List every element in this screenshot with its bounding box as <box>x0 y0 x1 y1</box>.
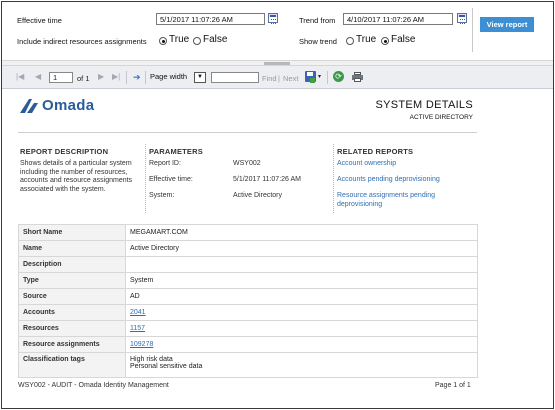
toolbar-separator <box>126 71 127 84</box>
report-subtitle: ACTIVE DIRECTORY <box>409 114 473 121</box>
parameters-heading: PARAMETERS <box>149 147 203 156</box>
show-trend-false-radio[interactable] <box>381 37 389 45</box>
row-key: Source <box>18 288 126 305</box>
export-dropdown-icon[interactable]: ▾ <box>318 73 321 80</box>
zoom-select-value: Page width <box>150 72 188 81</box>
export-save-icon[interactable] <box>305 71 316 83</box>
accounts-link[interactable]: 2041 <box>130 309 146 316</box>
classification-tag: High risk data <box>130 356 173 363</box>
row-key: Accounts <box>18 304 126 321</box>
calendar-icon[interactable] <box>457 13 467 24</box>
zoom-select[interactable]: Page width ▼ <box>150 72 206 83</box>
param-value: WSY002 <box>233 160 261 167</box>
find-link[interactable]: Find <box>262 74 277 83</box>
column-divider <box>145 144 146 213</box>
splitter-grip[interactable] <box>264 62 290 65</box>
table-row: Description <box>18 256 478 273</box>
show-trend-label: Show trend <box>299 37 337 46</box>
refresh-icon[interactable]: ⟳ <box>333 71 344 82</box>
chevron-down-icon[interactable]: ▼ <box>194 72 206 83</box>
row-value: 2041 <box>125 304 478 321</box>
header-divider <box>18 132 477 133</box>
previous-page-icon[interactable]: ◀ <box>35 73 41 81</box>
related-report-link[interactable]: Accounts pending deprovisioning <box>337 176 467 185</box>
details-table: Short Name MEGAMART.COM Name Active Dire… <box>18 224 478 378</box>
row-key: Resources <box>18 320 126 337</box>
view-report-button[interactable]: View report <box>480 17 534 32</box>
description-heading: REPORT DESCRIPTION <box>20 147 109 156</box>
row-value: System <box>125 272 478 289</box>
include-indirect-false-radio[interactable] <box>193 37 201 45</box>
parameter-panel: Effective time 5/1/2017 11:07:26 AM Tren… <box>2 2 553 60</box>
related-report-link[interactable]: Resource assignments pending deprovision… <box>337 192 467 209</box>
param-key: System: <box>149 192 175 199</box>
find-separator: | <box>278 74 280 83</box>
related-report-link[interactable]: Account ownership <box>337 160 467 169</box>
page-number-input[interactable]: 1 <box>49 72 73 83</box>
calendar-icon[interactable] <box>268 13 278 24</box>
include-indirect-false-label: False <box>203 34 228 45</box>
report-title: SYSTEM DETAILS <box>375 99 473 111</box>
effective-time-label: Effective time <box>17 16 62 25</box>
find-input[interactable] <box>211 72 259 83</box>
classification-tag: Personal sensitive data <box>130 363 203 370</box>
table-row: Resources 1157 <box>18 320 478 337</box>
last-page-icon[interactable]: ▶| <box>112 73 120 81</box>
table-row: Classification tags High risk data Perso… <box>18 352 478 378</box>
table-row: Name Active Directory <box>18 240 478 257</box>
related-heading: RELATED REPORTS <box>337 147 414 156</box>
table-row: Resource assignments 109278 <box>18 336 478 353</box>
resource-assignments-link[interactable]: 109278 <box>130 341 153 348</box>
description-text: Shows details of a particular system inc… <box>20 160 133 193</box>
toolbar-separator <box>145 71 146 84</box>
effective-time-input[interactable]: 5/1/2017 11:07:26 AM <box>156 13 265 25</box>
row-key: Classification tags <box>18 352 126 378</box>
report-viewer-window: Effective time 5/1/2017 11:07:26 AM Tren… <box>1 1 554 409</box>
trend-from-label: Trend from <box>299 16 336 25</box>
param-value: Active Directory <box>233 192 283 199</box>
first-page-icon[interactable]: |◀ <box>16 73 24 81</box>
row-value: 1157 <box>125 320 478 337</box>
omada-logo-mark-icon <box>20 99 38 113</box>
show-trend-true-radio[interactable] <box>346 37 354 45</box>
footer-page-number: Page 1 of 1 <box>435 382 471 389</box>
param-key: Report ID: <box>149 160 181 167</box>
row-value: High risk data Personal sensitive data <box>125 352 478 378</box>
row-value <box>125 256 478 273</box>
logo-text: Omada <box>42 97 95 114</box>
row-value: MEGAMART.COM <box>125 224 478 241</box>
page-count-label: of 1 <box>77 74 90 83</box>
row-key: Resource assignments <box>18 336 126 353</box>
back-arrow-icon[interactable]: ➔ <box>133 73 141 82</box>
param-key: Effective time: <box>149 176 193 183</box>
toolbar-separator <box>327 71 328 84</box>
show-trend-false-label: False <box>391 34 416 45</box>
print-icon[interactable] <box>352 72 363 82</box>
show-trend-true-label: True <box>356 34 377 45</box>
table-row: Source AD <box>18 288 478 305</box>
include-indirect-label: Include indirect resources assignments <box>17 37 147 46</box>
footer-report-id: WSY002 - AUDIT - Omada Identity Manageme… <box>18 382 169 389</box>
trend-from-input[interactable]: 4/10/2017 11:07:26 AM <box>343 13 453 25</box>
next-page-icon[interactable]: ▶ <box>98 73 104 81</box>
column-divider <box>333 144 334 213</box>
report-toolbar: |◀ ◀ 1 of 1 ▶ ▶| ➔ Page width ▼ Find | N… <box>2 66 553 89</box>
panel-divider <box>472 8 473 52</box>
row-value: AD <box>125 288 478 305</box>
next-link[interactable]: Next <box>283 74 298 83</box>
table-row: Short Name MEGAMART.COM <box>18 224 478 241</box>
row-key: Short Name <box>18 224 126 241</box>
include-indirect-true-radio[interactable] <box>159 37 167 45</box>
row-key: Name <box>18 240 126 257</box>
report-page: Omada SYSTEM DETAILS ACTIVE DIRECTORY RE… <box>2 90 553 408</box>
param-value: 5/1/2017 11:07:26 AM <box>233 176 301 183</box>
row-key: Type <box>18 272 126 289</box>
table-row: Type System <box>18 272 478 289</box>
row-value: Active Directory <box>125 240 478 257</box>
row-key: Description <box>18 256 126 273</box>
table-row: Accounts 2041 <box>18 304 478 321</box>
row-value: 109278 <box>125 336 478 353</box>
resources-link[interactable]: 1157 <box>130 325 145 332</box>
include-indirect-true-label: True <box>169 34 190 45</box>
